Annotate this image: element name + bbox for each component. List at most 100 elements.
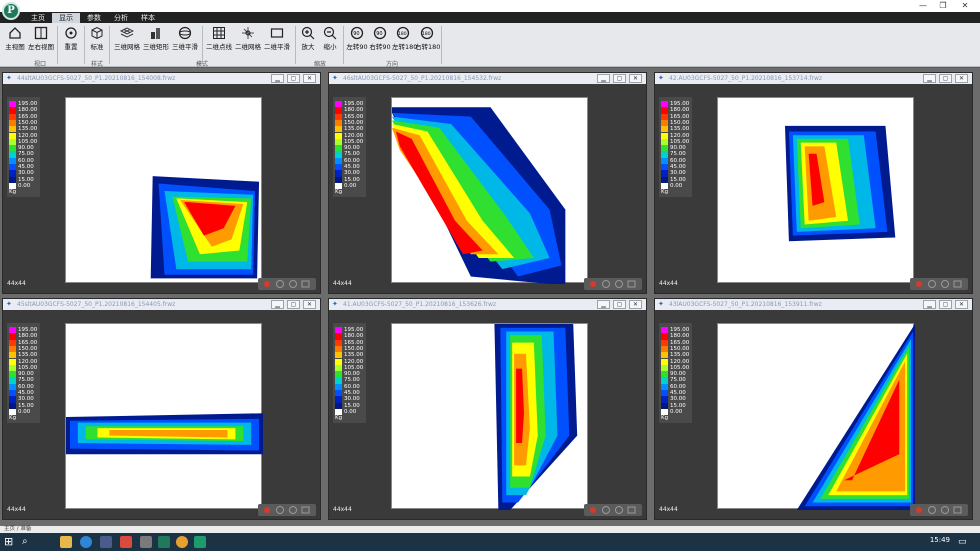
pane-close-button[interactable]: ✕	[955, 300, 968, 309]
app-icon[interactable]	[100, 536, 112, 548]
pane-toolbar[interactable]	[910, 278, 968, 290]
rotate-left-180-button[interactable]: 180 左转180	[392, 25, 417, 55]
record-icon[interactable]	[264, 281, 270, 287]
notification-icon[interactable]: ▭	[958, 536, 970, 548]
standard-button[interactable]: 标准	[87, 25, 107, 55]
rotate-right-180-button[interactable]: 180 右转180	[415, 25, 440, 55]
copy-icon[interactable]	[301, 506, 310, 514]
pane-title-bar[interactable]: ✦ 46sltAU03GCFS-5027_50_P1.20210816_15453…	[329, 73, 646, 84]
pane-restore-button[interactable]: ▢	[613, 300, 626, 309]
windows-start-icon[interactable]: ⊞	[4, 536, 16, 548]
gear-icon[interactable]	[615, 280, 623, 288]
record-icon[interactable]	[916, 281, 922, 287]
pane-title-bar[interactable]: ✦ 43lAU03GCFS-5027_50_P1.20210816_153911.…	[655, 299, 972, 310]
dots2d-button[interactable]: 二维点线	[205, 25, 233, 55]
pane-close-button[interactable]: ✕	[303, 74, 316, 83]
copy-icon[interactable]	[953, 506, 962, 514]
pane-toolbar[interactable]	[258, 278, 316, 290]
pane-title-bar[interactable]: ✦ 45sltAU03GCFS-5027_50_P1.20210816_15440…	[3, 299, 320, 310]
heatmap-plot[interactable]	[391, 97, 588, 284]
app-logo[interactable]: P	[2, 2, 20, 20]
heatmap-pane[interactable]: ✦ 43lAU03GCFS-5027_50_P1.20210816_153911.…	[654, 298, 973, 520]
app-icon[interactable]	[176, 536, 188, 548]
pane-close-button[interactable]: ✕	[629, 300, 642, 309]
rect3d-button[interactable]: 三维矩形	[142, 25, 170, 55]
record-icon[interactable]	[264, 507, 270, 513]
pane-minimize-button[interactable]: ▁	[923, 300, 936, 309]
pane-restore-button[interactable]: ▢	[939, 74, 952, 83]
reset-button[interactable]: 重置	[60, 25, 82, 55]
gear-icon[interactable]	[289, 280, 297, 288]
pane-close-button[interactable]: ✕	[303, 300, 316, 309]
pane-close-button[interactable]: ✕	[955, 74, 968, 83]
folder-icon[interactable]	[60, 536, 72, 548]
tab-params[interactable]: 参数	[80, 13, 108, 23]
heatmap-plot[interactable]	[65, 97, 262, 283]
rotate-right-90-button[interactable]: 90 右转90	[369, 25, 391, 55]
pane-restore-button[interactable]: ▢	[939, 300, 952, 309]
pane-restore-button[interactable]: ▢	[613, 74, 626, 83]
pane-minimize-button[interactable]: ▁	[597, 300, 610, 309]
tab-display[interactable]: 显示	[52, 13, 80, 23]
pane-minimize-button[interactable]: ▁	[271, 74, 284, 83]
record-icon[interactable]	[916, 507, 922, 513]
tab-analysis[interactable]: 分析	[107, 13, 135, 23]
pane-minimize-button[interactable]: ▁	[271, 300, 284, 309]
close-button[interactable]: ✕	[956, 0, 974, 11]
heatmap-pane[interactable]: ✦ 44sltAU03GCFS-5027_50_P1.20210816_15400…	[2, 72, 321, 294]
heatmap-pane[interactable]: ✦ 46sltAU03GCFS-5027_50_P1.20210816_15453…	[328, 72, 647, 294]
smooth3d-button[interactable]: 三维平滑	[171, 25, 199, 55]
reset-icon[interactable]	[928, 280, 936, 288]
restore-button[interactable]: ❐	[934, 0, 952, 11]
heatmap-pane[interactable]: ✦ 42.AU03GCFS-5027_50_P1.20210816_153714.…	[654, 72, 973, 294]
mesh3d-button[interactable]: 三维网格	[113, 25, 141, 55]
zoom-out-button[interactable]: 缩小	[320, 25, 340, 55]
rotate-left-90-button[interactable]: 90 左转90	[346, 25, 368, 55]
split-view-button[interactable]: 左右视图	[27, 25, 55, 55]
record-icon[interactable]	[590, 507, 596, 513]
record-icon[interactable]	[590, 281, 596, 287]
pane-toolbar[interactable]	[910, 504, 968, 516]
heatmap-plot[interactable]	[391, 323, 588, 510]
active-app-icon[interactable]	[194, 536, 206, 548]
pane-title-bar[interactable]: ✦ 44sltAU03GCFS-5027_50_P1.20210816_15400…	[3, 73, 320, 84]
heatmap-pane[interactable]: ✦ 45sltAU03GCFS-5027_50_P1.20210816_15440…	[2, 298, 321, 520]
mesh2d-button[interactable]: 二维网格	[234, 25, 262, 55]
pane-restore-button[interactable]: ▢	[287, 300, 300, 309]
copy-icon[interactable]	[627, 280, 636, 288]
settings-icon[interactable]	[140, 536, 152, 548]
copy-icon[interactable]	[301, 280, 310, 288]
gear-icon[interactable]	[941, 506, 949, 514]
pane-toolbar[interactable]	[584, 504, 642, 516]
zoom-in-button[interactable]: 放大	[298, 25, 318, 55]
copy-icon[interactable]	[953, 280, 962, 288]
pane-title-bar[interactable]: ✦ 41.AU03GCFS-5027_50_P1.20210816_153626.…	[329, 299, 646, 310]
heatmap-plot[interactable]	[717, 97, 914, 283]
search-icon[interactable]: ⌕	[22, 536, 34, 548]
pane-title-bar[interactable]: ✦ 42.AU03GCFS-5027_50_P1.20210816_153714.…	[655, 73, 972, 84]
minimize-button[interactable]: —	[914, 0, 932, 11]
app-icon[interactable]	[120, 536, 132, 548]
app-icon[interactable]	[158, 536, 170, 548]
heatmap-pane[interactable]: ✦ 41.AU03GCFS-5027_50_P1.20210816_153626.…	[328, 298, 647, 520]
pane-minimize-button[interactable]: ▁	[597, 74, 610, 83]
pane-minimize-button[interactable]: ▁	[923, 74, 936, 83]
edge-icon[interactable]	[80, 536, 92, 548]
gear-icon[interactable]	[615, 506, 623, 514]
reset-icon[interactable]	[928, 506, 936, 514]
pane-toolbar[interactable]	[584, 278, 642, 290]
main-view-button[interactable]: 主视图	[4, 25, 26, 55]
gear-icon[interactable]	[941, 280, 949, 288]
reset-icon[interactable]	[602, 280, 610, 288]
pane-toolbar[interactable]	[258, 504, 316, 516]
reset-icon[interactable]	[276, 280, 284, 288]
heatmap-plot[interactable]	[65, 323, 263, 509]
reset-icon[interactable]	[602, 506, 610, 514]
copy-icon[interactable]	[627, 506, 636, 514]
reset-icon[interactable]	[276, 506, 284, 514]
gear-icon[interactable]	[289, 506, 297, 514]
pane-restore-button[interactable]: ▢	[287, 74, 300, 83]
tab-home[interactable]: 主页	[24, 13, 52, 23]
heatmap-plot[interactable]	[717, 323, 915, 510]
tab-sample[interactable]: 样本	[134, 13, 162, 23]
